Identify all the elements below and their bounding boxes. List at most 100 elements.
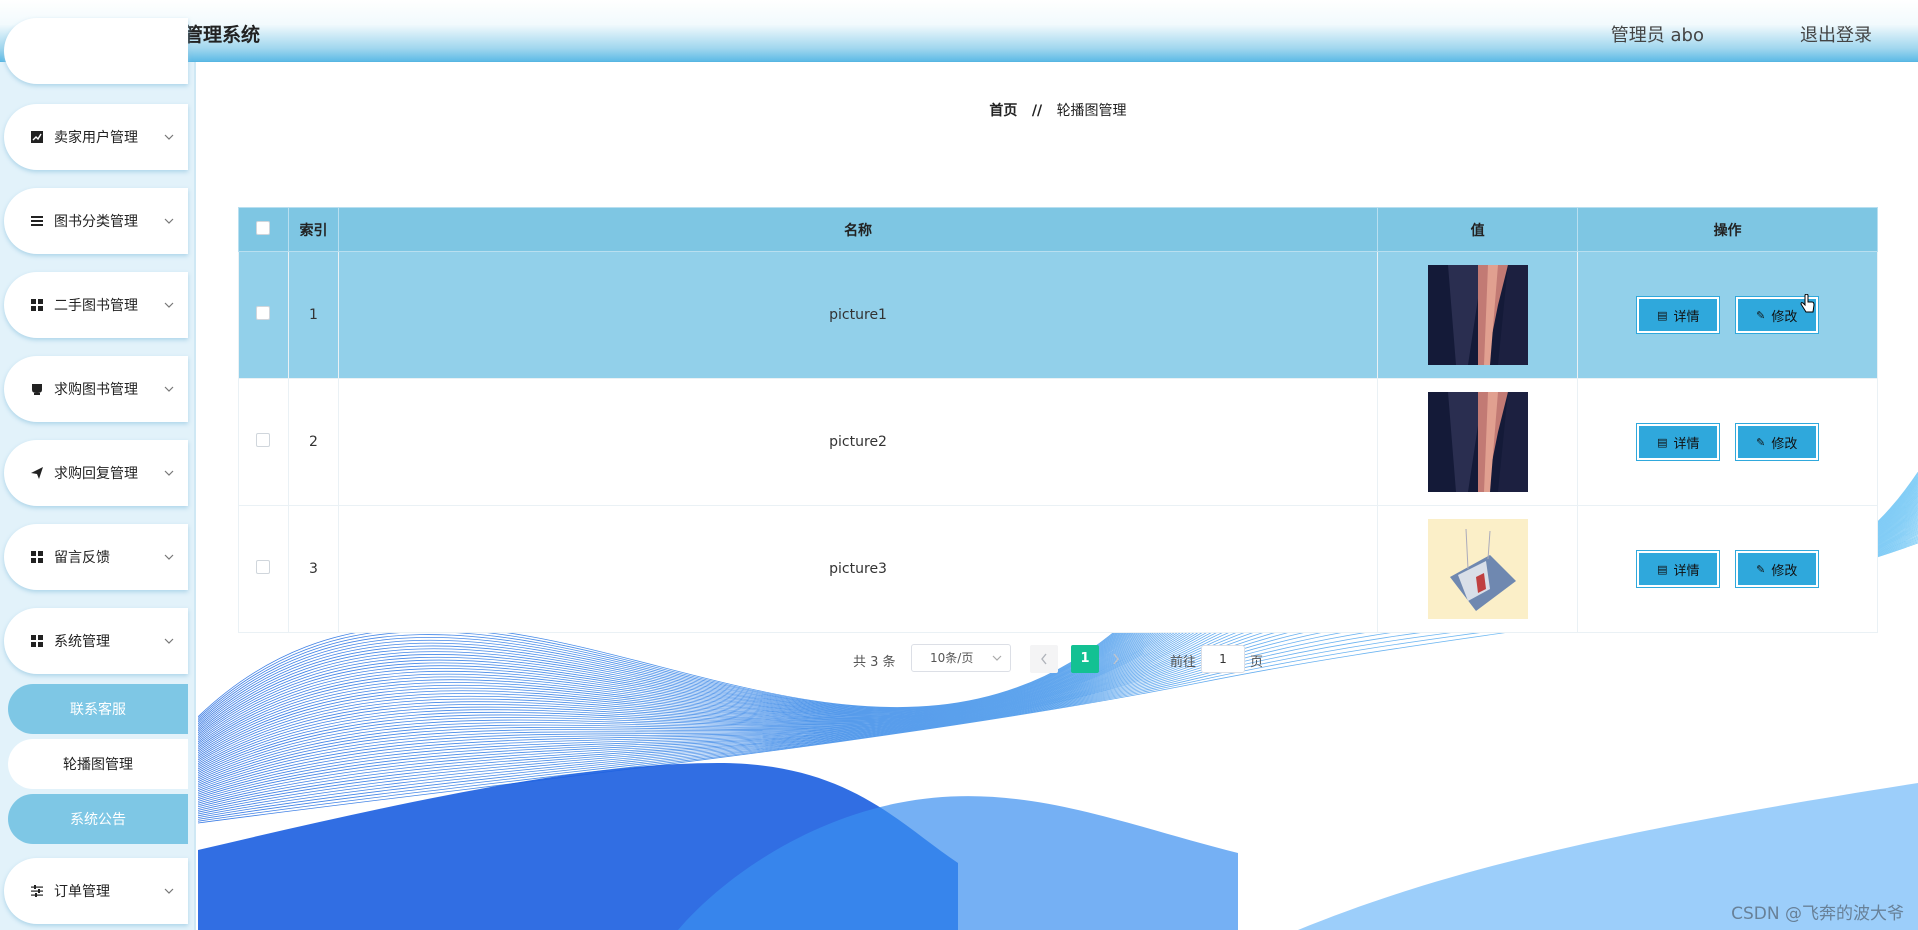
row-actions: ▤ 详情 ✎ 修改	[1577, 378, 1878, 506]
next-page-button[interactable]	[1102, 645, 1130, 673]
goto-page-input[interactable]: 1	[1201, 645, 1245, 673]
cup-icon	[30, 382, 44, 396]
watermark: CSDN @飞奔的波大爷	[1731, 904, 1904, 924]
chevron-down-icon	[164, 552, 174, 562]
sidebar-item-used-books[interactable]: 二手图书管理	[4, 272, 188, 338]
breadcrumb-separator: //	[1031, 103, 1043, 119]
detail-button-label: 详情	[1673, 309, 1700, 325]
sidebar-item-label: 求购图书管理	[54, 382, 138, 398]
page-size-select[interactable]: 10条/页	[911, 644, 1011, 672]
grid-icon	[30, 634, 44, 648]
pencil-icon: ✎	[1756, 562, 1766, 576]
current-user: 管理员 abo	[1610, 25, 1704, 46]
table-row[interactable]: 2 picture2 ▤ 详情 ✎ 修改	[238, 378, 1878, 506]
edit-button[interactable]: ✎ 修改	[1735, 551, 1818, 587]
list-icon	[30, 214, 44, 228]
row-checkbox[interactable]	[256, 560, 271, 574]
sidebar-item-label: 求购回复管理	[54, 466, 138, 482]
row-value-cell	[1377, 251, 1579, 379]
hand-pointer-icon	[1800, 293, 1816, 318]
row-checkbox[interactable]	[256, 306, 271, 320]
table-header-row: 索引 名称 值 操作	[238, 207, 1878, 252]
document-icon: ▤	[1657, 308, 1668, 322]
sidebar-item-label: 卖家用户管理	[54, 130, 138, 146]
sidebar-item-label: 系统管理	[54, 634, 110, 650]
page-number-active[interactable]: 1	[1071, 645, 1099, 673]
row-name: picture2	[337, 378, 1379, 506]
sidebar-item-label: 二手图书管理	[54, 298, 138, 314]
detail-button[interactable]: ▤ 详情	[1637, 424, 1720, 460]
sidebar-subitem-contact-service[interactable]: 联系客服	[8, 684, 188, 734]
row-select-cell	[238, 378, 289, 506]
sidebar-item-wanted-replies[interactable]: 求购回复管理	[4, 440, 188, 506]
row-value-cell	[1377, 505, 1579, 633]
edit-button[interactable]: ✎ 修改	[1735, 424, 1818, 460]
row-index: 3	[287, 505, 339, 633]
sidebar-item-feedback[interactable]: 留言反馈	[4, 524, 188, 590]
document-icon: ▤	[1657, 562, 1668, 576]
chevron-down-icon	[164, 216, 174, 226]
row-actions: ▤ 详情 ✎ 修改	[1577, 251, 1878, 379]
chart-icon	[30, 130, 44, 144]
logout-button[interactable]: 退出登录	[1800, 21, 1872, 47]
sidebar-subitem-announcement[interactable]: 系统公告	[8, 794, 188, 844]
page-size-value: 10条/页	[930, 651, 974, 665]
sidebar-item-system[interactable]: 系统管理	[4, 608, 188, 674]
chevron-down-icon	[164, 468, 174, 478]
chevron-down-icon	[164, 636, 174, 646]
sidebar-item-label: 留言反馈	[54, 550, 110, 566]
column-header-index: 索引	[287, 207, 339, 252]
breadcrumb-current: 轮播图管理	[1056, 103, 1127, 119]
select-all-cell	[238, 207, 289, 252]
chevron-down-icon	[164, 384, 174, 394]
row-index: 1	[287, 251, 339, 379]
top-header: 乐校园二手书交易管理系统 管理员 abo 退出登录	[0, 0, 1918, 62]
document-icon: ▤	[1657, 435, 1668, 449]
chevron-down-icon	[992, 645, 1002, 682]
row-checkbox[interactable]	[256, 433, 271, 447]
sidebar: 卖家用户管理 图书分类管理 二手图书管理 求购图书管理 求购回复管理 留言反馈 …	[0, 18, 196, 930]
detail-button-label: 详情	[1673, 436, 1700, 452]
column-header-name: 名称	[337, 207, 1379, 252]
sidebar-item-seller-users[interactable]: 卖家用户管理	[4, 104, 188, 170]
pencil-icon: ✎	[1756, 308, 1766, 322]
chevron-down-icon	[164, 886, 174, 896]
detail-button[interactable]: ▤ 详情	[1637, 297, 1720, 333]
column-header-value: 值	[1377, 207, 1579, 252]
sidebar-item-label: 图书分类管理	[54, 214, 138, 230]
chevron-down-icon	[164, 300, 174, 310]
edit-button-label: 修改	[1771, 309, 1798, 325]
table-row[interactable]: 1 picture1 ▤ 详情 ✎ 修改	[238, 251, 1878, 379]
row-actions: ▤ 详情 ✎ 修改	[1577, 505, 1878, 633]
edit-button-label: 修改	[1771, 436, 1798, 452]
detail-button[interactable]: ▤ 详情	[1637, 551, 1720, 587]
carousel-thumbnail[interactable]	[1427, 265, 1528, 365]
sidebar-item-partial[interactable]	[4, 18, 188, 84]
row-index: 2	[287, 378, 339, 506]
sidebar-item-label: 订单管理	[54, 884, 110, 900]
pencil-icon: ✎	[1756, 435, 1766, 449]
sidebar-item-book-category[interactable]: 图书分类管理	[4, 188, 188, 254]
table-row[interactable]: 3 picture3 ▤ 详情 ✎ 修改	[238, 505, 1878, 633]
goto-suffix: 页	[1250, 655, 1264, 670]
breadcrumb-home[interactable]: 首页	[989, 103, 1017, 119]
detail-button-label: 详情	[1673, 563, 1700, 579]
row-select-cell	[238, 505, 289, 633]
pagination: 共 3 条 10条/页 1 前往 1 页	[198, 644, 1918, 674]
main-content: 首页 // 轮播图管理 索引 名称 值 操作 1 picture1 ▤ 详情 ✎…	[198, 63, 1918, 930]
column-header-action: 操作	[1577, 207, 1878, 252]
edit-button-label: 修改	[1771, 563, 1798, 579]
sidebar-item-wanted-books[interactable]: 求购图书管理	[4, 356, 188, 422]
row-select-cell	[238, 251, 289, 379]
row-name: picture3	[337, 505, 1379, 633]
carousel-thumbnail[interactable]	[1427, 519, 1528, 619]
sidebar-item-orders[interactable]: 订单管理	[4, 858, 188, 924]
carousel-table: 索引 名称 值 操作 1 picture1 ▤ 详情 ✎ 修改 2 pictur…	[238, 207, 1878, 633]
send-icon	[30, 466, 44, 480]
grid-icon	[30, 298, 44, 312]
carousel-thumbnail[interactable]	[1427, 392, 1528, 492]
select-all-checkbox[interactable]	[256, 220, 271, 235]
prev-page-button[interactable]	[1030, 645, 1058, 673]
sidebar-subitem-carousel[interactable]: 轮播图管理	[8, 739, 188, 789]
chevron-down-icon	[164, 132, 174, 142]
